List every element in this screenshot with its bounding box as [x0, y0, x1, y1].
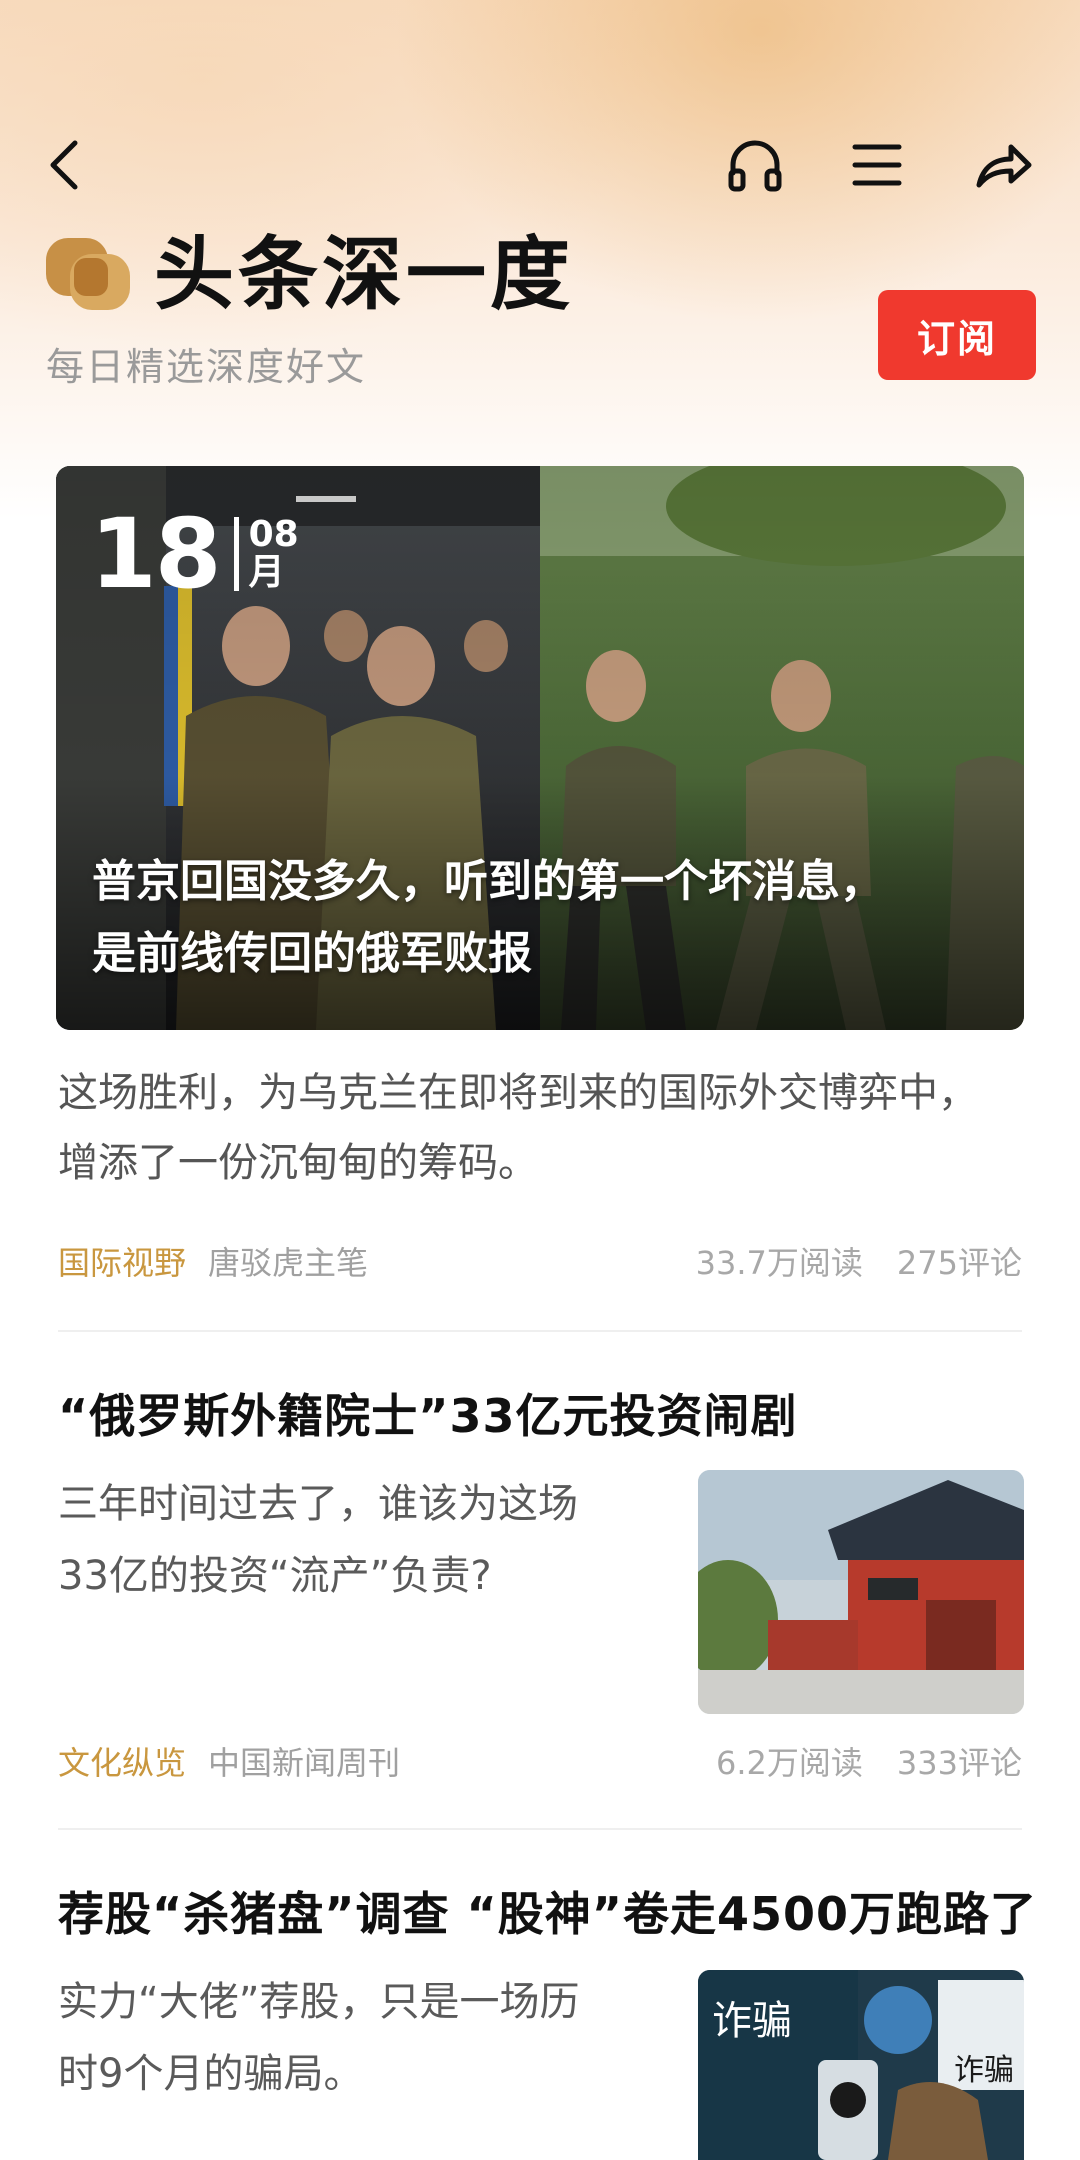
- article-thumbnail[interactable]: [698, 1470, 1024, 1714]
- article-title[interactable]: 荐股“杀猪盘”调查 “股神”卷走4500万跑路了: [58, 1878, 1037, 1944]
- date-month-char: 月: [248, 552, 285, 593]
- date-month: 08 月: [249, 516, 299, 592]
- article-title[interactable]: “俄罗斯外籍院士”33亿元投资闹剧: [58, 1380, 797, 1446]
- share-icon[interactable]: [958, 120, 1048, 210]
- article-comments: 333评论: [896, 1744, 1022, 1782]
- featured-summary-line-1: 这场胜利，为乌克兰在即将到来的国际外交博弈中，: [58, 1070, 978, 1116]
- subscribe-button[interactable]: 订阅: [878, 290, 1036, 380]
- top-bar: [0, 120, 1080, 210]
- article-summary-line-1: 三年时间过去了，谁该为这场: [58, 1481, 578, 1527]
- featured-comments: 275评论: [896, 1244, 1022, 1282]
- feature-date: 18 08 月: [90, 506, 299, 602]
- featured-reads: 33.7万阅读: [695, 1244, 863, 1282]
- featured-title: 普京回国没多久，听到的第一个坏消息， 是前线传回的俄军败报: [92, 846, 992, 990]
- date-divider: [233, 517, 239, 591]
- featured-meta: 国际视野 唐驳虎主笔 33.7万阅读 275评论: [58, 1236, 1022, 1286]
- thumb-text: 诈骗: [954, 2053, 1014, 2088]
- featured-summary: 这场胜利，为乌克兰在即将到来的国际外交博弈中， 增添了一份沉甸甸的筹码。: [58, 1058, 1028, 1198]
- featured-source[interactable]: 唐驳虎主笔: [208, 1238, 368, 1284]
- brand-title: 头条深一度: [154, 228, 574, 321]
- article-source[interactable]: 中国新闻周刊: [208, 1738, 400, 1784]
- article-meta: 文化纵览 中国新闻周刊 6.2万阅读 333评论: [58, 1736, 1022, 1786]
- divider: [58, 1330, 1022, 1332]
- featured-summary-line-2: 增添了一份沉甸甸的筹码。: [58, 1140, 538, 1186]
- back-icon[interactable]: [22, 120, 112, 210]
- article-category[interactable]: 文化纵览: [58, 1738, 186, 1784]
- brand: 头条深一度: [44, 210, 574, 326]
- thumb-text: 诈骗: [712, 1998, 792, 2044]
- article-summary-line-2: 时9个月的骗局。: [58, 2051, 364, 2097]
- date-month-number: 08: [248, 514, 299, 556]
- divider: [58, 1828, 1022, 1830]
- brand-subtitle: 每日精选深度好文: [46, 345, 367, 389]
- headphones-icon[interactable]: [710, 120, 800, 210]
- article-summary-line-1: 实力“大佬”荐股，只是一场历: [58, 1979, 580, 2025]
- featured-article-card[interactable]: 18 08 月 普京回国没多久，听到的第一个坏消息， 是前线传回的俄军败报: [56, 466, 1024, 1030]
- menu-icon[interactable]: [832, 120, 922, 210]
- featured-title-line-1: 普京回国没多久，听到的第一个坏消息，: [92, 856, 884, 907]
- article-summary: 三年时间过去了，谁该为这场 33亿的投资“流产”负责?: [58, 1468, 618, 1612]
- article-thumbnail[interactable]: 诈骗 诈骗: [698, 1970, 1024, 2160]
- article-summary: 实力“大佬”荐股，只是一场历 时9个月的骗局。: [58, 1966, 618, 2110]
- article-reads: 6.2万阅读: [716, 1744, 863, 1782]
- date-day: 18: [90, 498, 222, 610]
- brand-logo-icon: [44, 224, 132, 312]
- featured-category[interactable]: 国际视野: [58, 1238, 186, 1284]
- article-summary-line-2: 33亿的投资“流产”负责?: [58, 1553, 492, 1599]
- featured-title-line-2: 是前线传回的俄军败报: [92, 928, 532, 979]
